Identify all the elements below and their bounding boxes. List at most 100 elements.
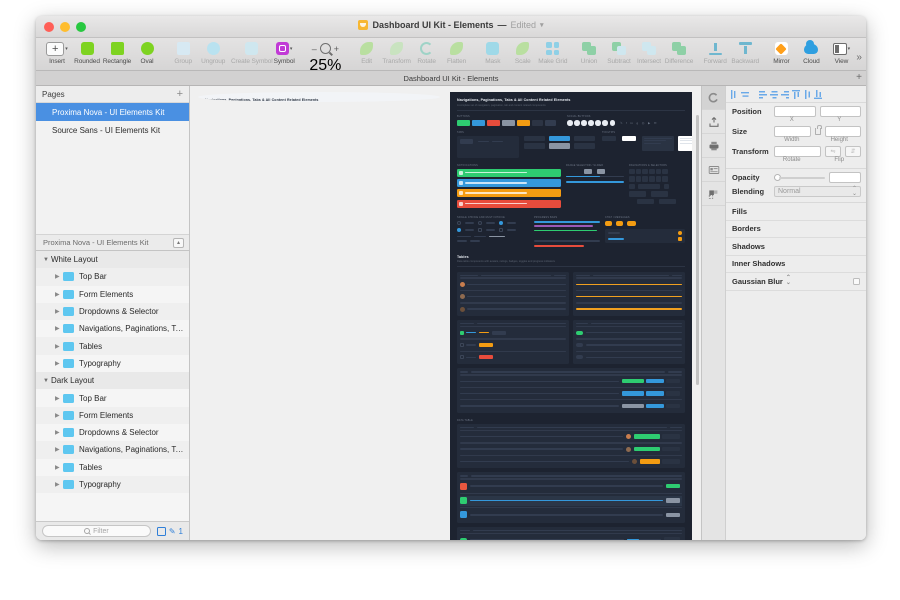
layer-item-dark-navigations[interactable]: ▶ Navigations, Paginations, Ta… (36, 441, 189, 459)
chevron-down-icon[interactable]: ▼ (43, 257, 51, 263)
inspector-section-gaussian-blur[interactable]: Gaussian Blur ⌃ ⌄ (726, 273, 866, 291)
pagination-prev-next[interactable] (629, 191, 685, 197)
distribute-right-icon[interactable] (781, 90, 789, 99)
table-ratings[interactable] (457, 320, 569, 365)
size-height-input[interactable] (824, 126, 861, 137)
toolbar-overflow-button[interactable]: » (856, 52, 862, 63)
toolbar-item-subtract[interactable]: Subtract (604, 40, 634, 65)
layer-group-white-layout[interactable]: ▼ White Layout (36, 251, 189, 269)
toolbar-item-backward[interactable]: Backward (730, 40, 760, 65)
table-row[interactable] (576, 353, 682, 361)
inspector-section-shadows[interactable]: Shadows (726, 238, 866, 256)
chevron-right-icon[interactable]: ▶ (55, 481, 63, 488)
chevron-right-icon[interactable]: ▶ (55, 325, 63, 332)
chevron-updown-icon[interactable]: ⌃ ⌄ (786, 275, 791, 286)
distribute-left-icon[interactable] (759, 90, 767, 99)
table-wide-badges[interactable] (457, 368, 685, 413)
chevron-right-icon[interactable]: ▶ (55, 308, 63, 315)
chevron-right-icon[interactable]: ▶ (55, 412, 63, 419)
collapse-icon[interactable]: ▴ (173, 237, 184, 248)
opacity-slider[interactable] (774, 174, 825, 181)
distribute-center-icon[interactable] (770, 90, 778, 99)
artboard-white-layout[interactable]: Navigations, Paginations, Tabs & All Con… (198, 92, 440, 102)
layer-item-navigations[interactable]: ▶ Navigations, Paginations, Ta… (36, 320, 189, 338)
align-middle-icon[interactable] (803, 89, 811, 99)
table-row[interactable] (576, 329, 682, 337)
table-row[interactable] (576, 305, 682, 313)
slider-track-filled[interactable] (566, 181, 624, 183)
table-toggles[interactable] (573, 320, 685, 365)
flip-horizontal-icon[interactable]: ⇋ (825, 146, 841, 157)
table-row[interactable] (460, 457, 682, 465)
pagination-row[interactable] (629, 168, 685, 174)
gaussian-blur-checkbox[interactable] (853, 277, 860, 285)
align-center-icon[interactable] (741, 90, 749, 99)
table-row[interactable] (460, 329, 566, 337)
layer-item-dark-dropdowns-selector[interactable]: ▶ Dropdowns & Selector (36, 423, 189, 442)
size-width-input[interactable] (774, 126, 811, 137)
toolbar-item-insert[interactable]: + ▾ Insert (42, 40, 72, 65)
card-preview-icon[interactable] (702, 158, 725, 182)
chevron-down-icon[interactable]: ▾ (540, 21, 544, 29)
table-row[interactable] (460, 390, 682, 398)
chevron-right-icon[interactable]: ▶ (55, 343, 63, 350)
chevron-right-icon[interactable]: ▶ (55, 291, 63, 298)
zoom-out-button[interactable]: – (312, 44, 317, 54)
new-tab-button[interactable]: + (856, 73, 862, 83)
chevron-right-icon[interactable]: ▶ (55, 429, 63, 436)
export-icon[interactable] (702, 110, 725, 134)
table-row[interactable] (460, 433, 682, 441)
toolbar-item-cloud[interactable]: Cloud (796, 39, 826, 65)
canvas-area[interactable]: Navigations, Paginations, Tabs & All Con… (190, 86, 701, 540)
lock-icon[interactable] (814, 125, 822, 135)
align-bottom-icon[interactable] (814, 89, 822, 99)
table-row[interactable] (460, 353, 566, 361)
toolbar-item-create-symbol[interactable]: Create Symbol (231, 40, 273, 65)
table-projects[interactable] (457, 423, 685, 469)
inspector-section-borders[interactable]: Borders (726, 221, 866, 238)
page-item-source-sans[interactable]: Source Sans - UI Elements Kit (36, 121, 189, 139)
table-row[interactable] (460, 305, 566, 313)
table-row[interactable] (576, 293, 682, 301)
layer-item-dark-top-bar[interactable]: ▶ Top Bar (36, 389, 189, 407)
chevron-down-icon[interactable]: ▼ (43, 378, 51, 384)
toolbar-item-group[interactable]: Group (168, 40, 198, 65)
table-row[interactable] (460, 280, 566, 288)
zoom-control[interactable]: – + 25% (305, 40, 345, 75)
toolbar-item-mask[interactable]: Mask (478, 40, 508, 65)
blending-select[interactable]: Normal ⌃ ⌄ (774, 186, 861, 197)
toolbar-item-forward[interactable]: Forward (700, 40, 730, 65)
zoom-in-button[interactable]: + (334, 44, 339, 54)
layer-item-dark-typography[interactable]: ▶ Typography (36, 475, 189, 494)
table-row[interactable] (460, 445, 682, 453)
duplicate-icon[interactable] (156, 526, 166, 536)
pencil-icon[interactable]: ✎ (169, 527, 176, 536)
position-y-input[interactable] (819, 106, 861, 117)
add-page-button[interactable]: + (177, 88, 183, 100)
filter-input[interactable]: Filter (42, 525, 151, 537)
layer-item-typography[interactable]: ▶ Typography (36, 354, 189, 373)
layer-group-dark-layout[interactable]: ▼ Dark Layout (36, 372, 189, 390)
flip-vertical-icon[interactable]: ⇵ (845, 146, 861, 157)
toolbar-item-scale[interactable]: Scale (508, 40, 538, 65)
toolbar-item-ungroup[interactable]: Ungroup (198, 40, 228, 65)
toolbar-item-edit[interactable]: Edit (352, 40, 382, 65)
print-icon[interactable] (702, 134, 725, 158)
toolbar-item-rounded[interactable]: Rounded (72, 40, 102, 65)
layer-item-form-elements[interactable]: ▶ Form Elements (36, 285, 189, 303)
toolbar-item-intersect[interactable]: Intersect (634, 40, 664, 65)
table-apps[interactable] (457, 472, 685, 523)
inspector-section-fills[interactable]: Fills (726, 203, 866, 221)
chevron-right-icon[interactable]: ▶ (55, 273, 63, 280)
layer-item-tables[interactable]: ▶ Tables (36, 337, 189, 355)
chevron-right-icon[interactable]: ▶ (55, 464, 63, 471)
transform-rotate-input[interactable] (774, 146, 821, 157)
table-row[interactable] (460, 536, 682, 540)
table-row[interactable] (460, 481, 682, 491)
toolbar-item-transform[interactable]: Transform (382, 40, 412, 65)
inspector-section-inner-shadows[interactable]: Inner Shadows (726, 256, 866, 273)
position-x-input[interactable] (774, 106, 816, 117)
layer-item-dropdowns-selector[interactable]: ▶ Dropdowns & Selector (36, 302, 189, 321)
table-row[interactable] (576, 341, 682, 349)
table-row[interactable] (460, 293, 566, 301)
